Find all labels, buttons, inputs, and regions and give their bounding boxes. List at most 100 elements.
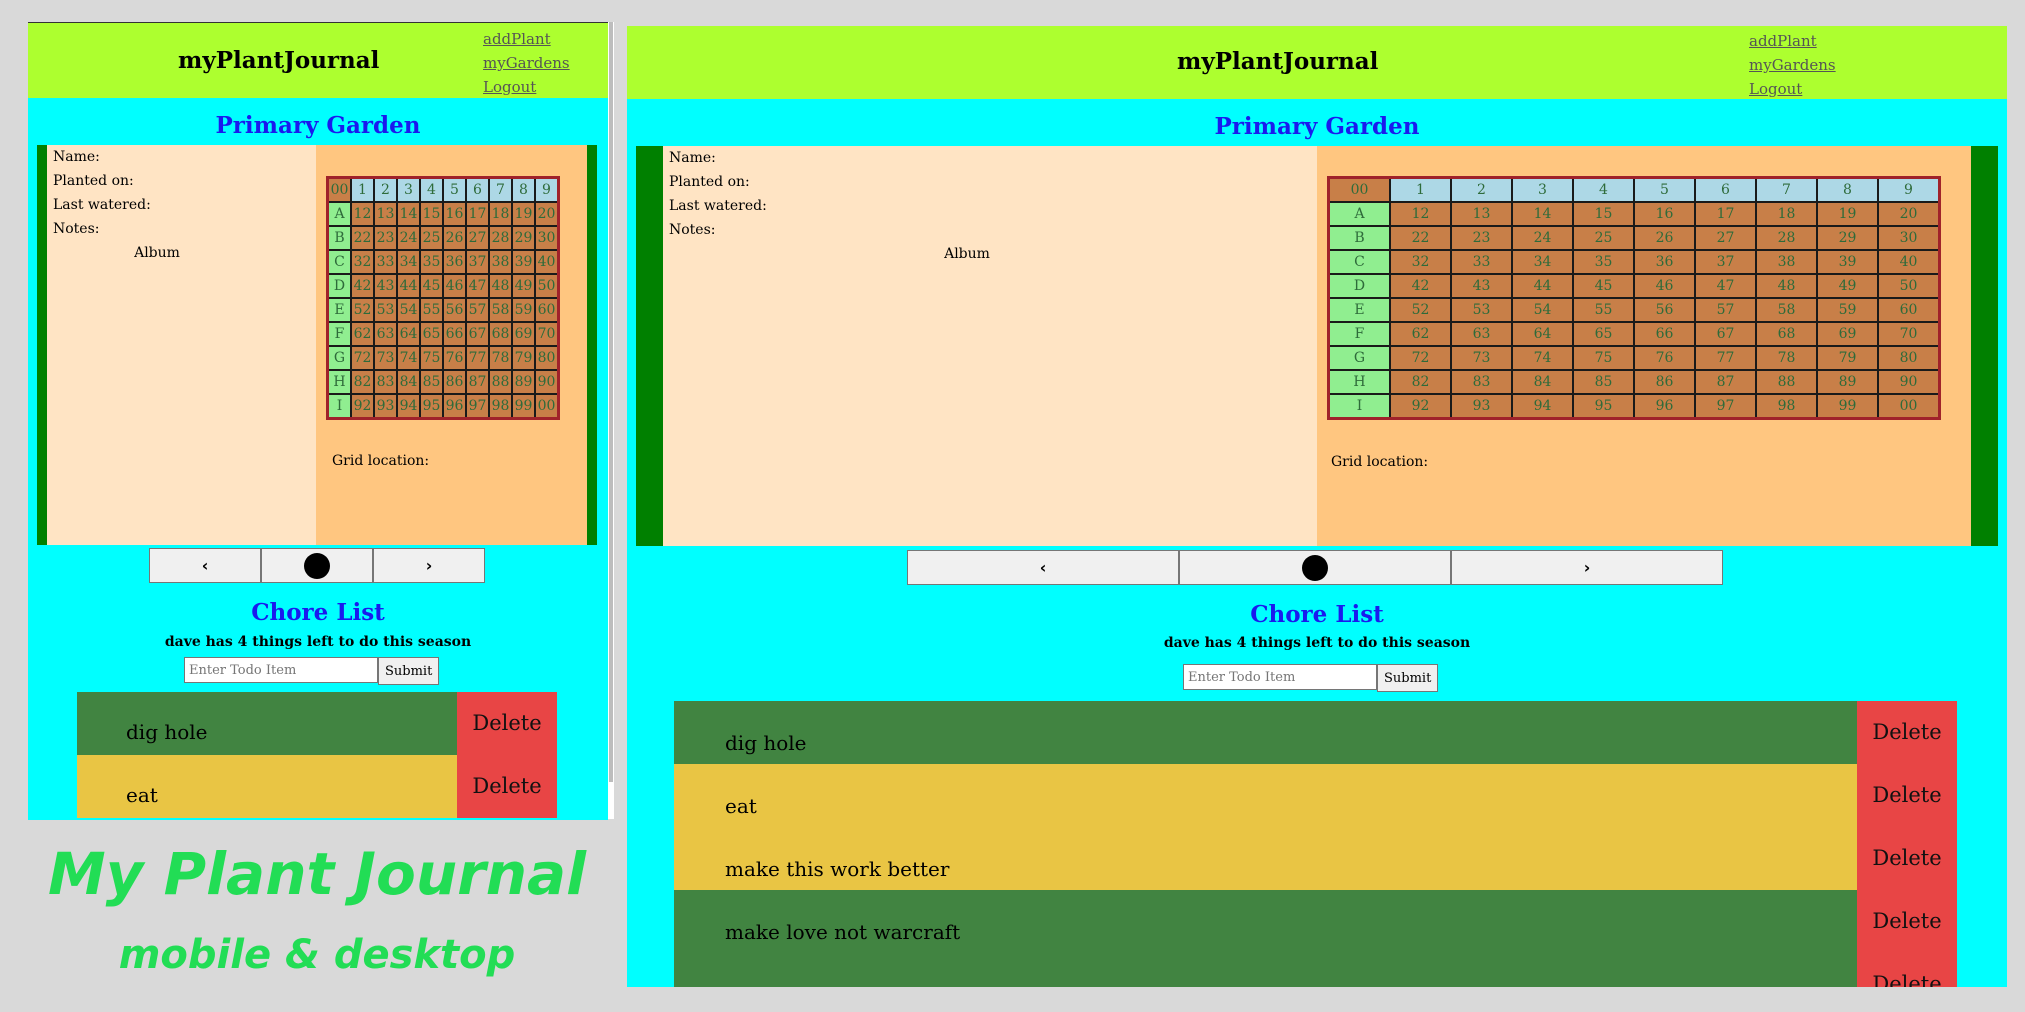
grid-cell[interactable]: 93 [373,393,398,420]
grid-cell[interactable]: 83 [373,369,398,395]
grid-cell[interactable]: 75 [1572,345,1635,371]
grid-column-header[interactable]: 1 [350,176,375,203]
submit-button[interactable]: Submit [378,657,440,685]
grid-cell[interactable]: 46 [442,273,467,299]
grid-cell[interactable]: 72 [350,345,375,371]
grid-cell[interactable]: 60 [534,297,560,323]
grid-cell[interactable]: 79 [511,345,536,371]
carousel-indicator[interactable] [1179,550,1451,585]
todo-input[interactable] [184,657,378,683]
grid-cell[interactable]: 37 [465,249,490,275]
grid-cell[interactable]: 34 [1511,249,1574,275]
grid-cell[interactable]: 45 [419,273,444,299]
grid-cell[interactable]: 68 [488,321,513,347]
submit-button[interactable]: Submit [1377,664,1439,692]
grid-cell[interactable]: 14 [1511,201,1574,227]
grid-cell[interactable]: 12 [1389,201,1452,227]
grid-cell[interactable]: 38 [488,249,513,275]
grid-cell[interactable]: 15 [1572,201,1635,227]
grid-cell[interactable]: 67 [465,321,490,347]
grid-cell[interactable]: 92 [350,393,375,420]
grid-cell[interactable]: 33 [373,249,398,275]
grid-cell[interactable]: 17 [465,201,490,227]
grid-cell[interactable]: 70 [1877,321,1941,347]
grid-row-header[interactable]: B [326,225,352,251]
next-garden-button[interactable]: › [1451,550,1723,585]
grid-cell[interactable]: 16 [1633,201,1696,227]
grid-cell[interactable]: 56 [1633,297,1696,323]
grid-column-header[interactable]: 3 [396,176,421,203]
grid-cell[interactable]: 49 [1816,273,1879,299]
album-label[interactable]: Album [663,246,1271,262]
mobile-scrollbar-thumb[interactable] [609,22,613,782]
grid-cell[interactable]: 63 [373,321,398,347]
grid-cell[interactable]: 90 [1877,369,1941,395]
delete-button[interactable]: Delete [1857,701,1957,764]
grid-cell[interactable]: 28 [488,225,513,251]
grid-cell[interactable]: 22 [1389,225,1452,251]
grid-cell[interactable]: 86 [442,369,467,395]
grid-cell[interactable]: 59 [1816,297,1879,323]
grid-cell[interactable]: 35 [419,249,444,275]
grid-cell[interactable]: 48 [488,273,513,299]
grid-cell[interactable]: 90 [534,369,560,395]
grid-cell[interactable]: 72 [1389,345,1452,371]
grid-cell[interactable]: 12 [350,201,375,227]
grid-cell[interactable]: 77 [1694,345,1757,371]
grid-cell[interactable]: 00 [1877,393,1941,420]
grid-row-header[interactable]: A [1327,201,1391,227]
grid-cell[interactable]: 83 [1450,369,1513,395]
grid-cell[interactable]: 86 [1633,369,1696,395]
grid-cell[interactable]: 70 [534,321,560,347]
grid-row-header[interactable]: D [1327,273,1391,299]
grid-cell[interactable]: 95 [1572,393,1635,420]
grid-cell[interactable]: 53 [1450,297,1513,323]
grid-cell[interactable]: 99 [1816,393,1879,420]
grid-cell[interactable]: 84 [1511,369,1574,395]
grid-cell[interactable]: 43 [373,273,398,299]
grid-cell[interactable]: 52 [1389,297,1452,323]
grid-cell[interactable]: 30 [1877,225,1941,251]
grid-cell[interactable]: 65 [1572,321,1635,347]
grid-cell[interactable]: 73 [1450,345,1513,371]
grid-cell[interactable]: 67 [1694,321,1757,347]
grid-cell[interactable]: 58 [1755,297,1818,323]
delete-button[interactable]: Delete [1857,764,1957,827]
grid-cell[interactable]: 55 [1572,297,1635,323]
grid-cell[interactable]: 76 [1633,345,1696,371]
grid-row-header[interactable]: C [326,249,352,275]
grid-cell[interactable]: 49 [511,273,536,299]
grid-cell[interactable]: 69 [511,321,536,347]
grid-cell[interactable]: 16 [442,201,467,227]
grid-cell[interactable]: 28 [1755,225,1818,251]
grid-column-header[interactable]: 9 [1877,176,1941,203]
my-gardens-link[interactable]: myGardens [483,51,570,75]
grid-cell[interactable]: 47 [1694,273,1757,299]
album-label[interactable]: Album [47,245,267,261]
grid-cell[interactable]: 45 [1572,273,1635,299]
grid-cell[interactable]: 30 [534,225,560,251]
grid-cell[interactable]: 75 [419,345,444,371]
delete-button[interactable]: Delete [1857,890,1957,953]
grid-cell[interactable]: 46 [1633,273,1696,299]
grid-column-header[interactable]: 4 [419,176,444,203]
grid-cell[interactable]: 44 [396,273,421,299]
grid-cell[interactable]: 50 [534,273,560,299]
grid-cell[interactable]: 82 [1389,369,1452,395]
add-plant-link[interactable]: addPlant [483,27,570,51]
grid-cell[interactable]: 29 [1816,225,1879,251]
grid-column-header[interactable]: 7 [1755,176,1818,203]
grid-column-header[interactable]: 4 [1572,176,1635,203]
delete-button[interactable]: Delete [1857,827,1957,890]
grid-column-header[interactable]: 2 [373,176,398,203]
grid-cell[interactable]: 26 [1633,225,1696,251]
grid-cell[interactable]: 47 [465,273,490,299]
grid-cell[interactable]: 88 [1755,369,1818,395]
grid-column-header[interactable]: 9 [534,176,560,203]
grid-cell[interactable]: 76 [442,345,467,371]
grid-cell[interactable]: 39 [1816,249,1879,275]
grid-cell[interactable]: 85 [1572,369,1635,395]
grid-cell[interactable]: 17 [1694,201,1757,227]
grid-cell[interactable]: 35 [1572,249,1635,275]
grid-column-header[interactable]: 8 [511,176,536,203]
